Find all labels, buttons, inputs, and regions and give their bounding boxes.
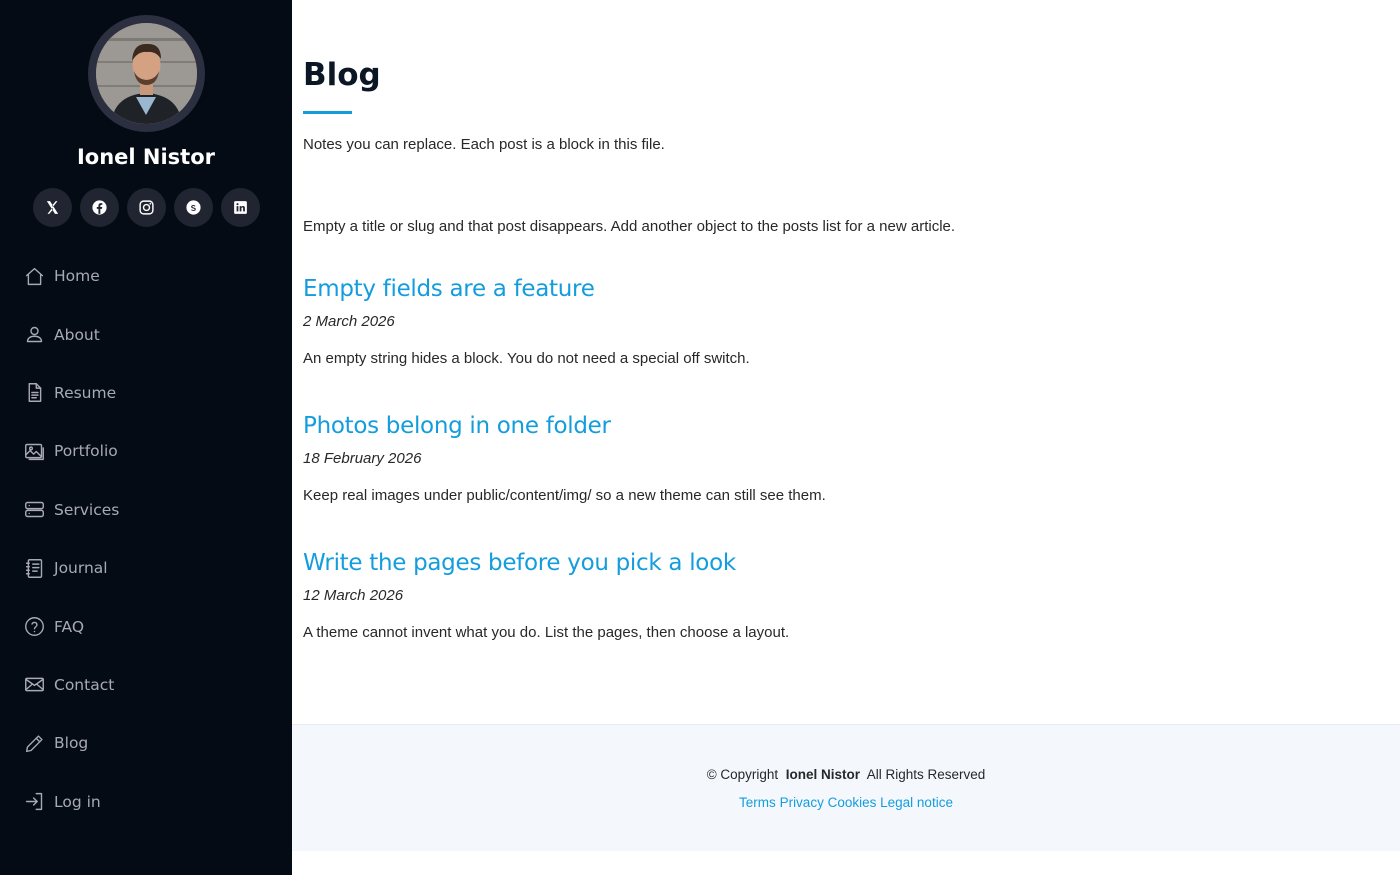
- nav-item-faq[interactable]: FAQ: [0, 597, 292, 655]
- images-icon: [23, 440, 45, 462]
- nav-item-login[interactable]: Log in: [0, 773, 292, 831]
- nav-item-label: Home: [54, 267, 100, 286]
- nav-item-contact[interactable]: Contact: [0, 656, 292, 714]
- post-date: 2 March 2026: [303, 313, 395, 330]
- copyright-suffix: All Rights Reserved: [866, 767, 986, 782]
- privacy-link[interactable]: Privacy: [780, 795, 824, 810]
- profile-name: Ionel Nistor: [76, 145, 216, 169]
- nav-item-label: Blog: [54, 734, 89, 753]
- facebook-link[interactable]: [80, 188, 119, 227]
- nav-item-journal[interactable]: Journal: [0, 539, 292, 597]
- intro-note: Empty a title or slug and that post disa…: [303, 218, 956, 235]
- post-title-link[interactable]: Write the pages before you pick a look: [303, 550, 1303, 576]
- post-title-link[interactable]: Empty fields are a feature: [303, 276, 1303, 302]
- x-icon: [46, 201, 59, 214]
- terms-link[interactable]: Terms: [739, 795, 776, 810]
- post-title-link[interactable]: Photos belong in one folder: [303, 413, 1303, 439]
- nav-item-portfolio[interactable]: Portfolio: [0, 422, 292, 480]
- blog-post: Write the pages before you pick a look 1…: [303, 550, 1303, 641]
- envelope-icon: [23, 674, 45, 696]
- sidebar: Ionel Nistor Home About Resume Portfolio…: [0, 0, 292, 875]
- journal-icon: [23, 557, 45, 579]
- cookies-link[interactable]: Cookies: [828, 795, 877, 810]
- linkedin-link[interactable]: [221, 188, 260, 227]
- post-excerpt: A theme cannot invent what you do. List …: [303, 624, 790, 641]
- nav-item-label: FAQ: [54, 617, 85, 636]
- post-date: 12 March 2026: [303, 587, 404, 604]
- nav-item-about[interactable]: About: [0, 305, 292, 363]
- nav-item-label: About: [54, 325, 100, 344]
- page-title: Blog: [303, 57, 381, 93]
- home-icon: [23, 265, 45, 287]
- footer-links: Terms Privacy Cookies Legal notice: [292, 795, 1400, 810]
- nav-item-label: Portfolio: [54, 442, 118, 461]
- nav-item-services[interactable]: Services: [0, 481, 292, 539]
- nav-item-resume[interactable]: Resume: [0, 364, 292, 422]
- post-excerpt: An empty string hides a block. You do no…: [303, 350, 750, 367]
- question-icon: [23, 616, 45, 638]
- blog-post: Photos belong in one folder 18 February …: [303, 413, 1303, 504]
- nav-item-label: Resume: [54, 383, 117, 402]
- nav-item-label: Log in: [54, 792, 101, 811]
- social-links: [33, 188, 260, 227]
- copyright: © Copyright Ionel Nistor All Rights Rese…: [292, 767, 1400, 782]
- title-underline: [303, 111, 352, 114]
- nav-item-label: Services: [54, 500, 120, 519]
- blog-post: Empty fields are a feature 2 March 2026 …: [303, 276, 1303, 367]
- facebook-icon: [92, 200, 107, 215]
- copyright-name: Ionel Nistor: [785, 767, 860, 782]
- linkedin-icon: [234, 201, 247, 214]
- post-excerpt: Keep real images under public/content/im…: [303, 487, 826, 504]
- nav-item-home[interactable]: Home: [0, 247, 292, 305]
- pencil-icon: [23, 732, 45, 754]
- nav-item-label: Contact: [54, 675, 115, 694]
- server-icon: [23, 499, 45, 521]
- avatar: [96, 23, 197, 124]
- post-date: 18 February 2026: [303, 450, 422, 467]
- instagram-icon: [139, 200, 154, 215]
- nav-item-label: Journal: [54, 559, 108, 578]
- login-icon: [23, 791, 45, 813]
- footer: © Copyright Ionel Nistor All Rights Rese…: [292, 724, 1400, 851]
- copyright-prefix: © Copyright: [706, 767, 779, 782]
- intro-text: Notes you can replace. Each post is a bl…: [303, 136, 665, 153]
- sidebar-nav: Home About Resume Portfolio Services Jou…: [0, 247, 292, 831]
- x-link[interactable]: [33, 188, 72, 227]
- skype-link[interactable]: [174, 188, 213, 227]
- avatar-frame: [88, 15, 205, 132]
- file-icon: [23, 382, 45, 404]
- legal-notice-link[interactable]: Legal notice: [880, 795, 953, 810]
- nav-item-blog[interactable]: Blog: [0, 714, 292, 772]
- skype-icon: [186, 200, 201, 215]
- instagram-link[interactable]: [127, 188, 166, 227]
- user-icon: [23, 324, 45, 346]
